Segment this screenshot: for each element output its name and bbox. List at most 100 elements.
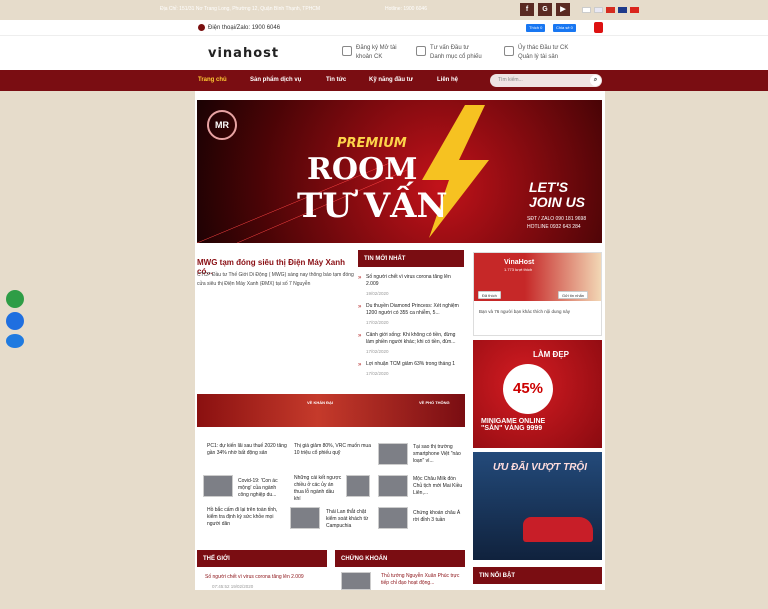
latest-date: 17/02/2020: [366, 349, 389, 354]
wallet-icon: [504, 46, 514, 56]
link-line: Tư vấn Đầu tư: [430, 45, 470, 51]
link-line: khoản CK: [356, 54, 383, 60]
contact-line: SĐT / ZALO 090 181 9698: [527, 216, 587, 222]
latest-date: 17/02/2020: [366, 320, 389, 325]
header-strip: Điện thoại/Zalo: 1900 6046 Thích 0 Chia …: [0, 20, 768, 36]
fb-like-count: 1.773 lượt thích: [504, 267, 533, 272]
nav-skills[interactable]: Kỹ năng đầu tư: [369, 77, 413, 83]
join-us-text: LET'S JOIN US: [529, 180, 585, 210]
advice-link[interactable]: Tư vấn Đầu tư Danh mục cổ phiếu: [416, 44, 482, 62]
bullet-icon: »: [358, 275, 362, 281]
news-grid-item[interactable]: PC1: dự kiến lãi sau thuế 2020 tăng gần …: [207, 443, 287, 457]
stripe-text-a: VỀ KHÁN ĐẠI: [307, 400, 334, 405]
ad-car-headline: ƯU ĐÃI VƯỢT TRỘI: [493, 462, 587, 473]
nav-contact[interactable]: Liên hệ: [437, 77, 458, 83]
stock-thumb-image[interactable]: [341, 572, 371, 590]
search-placeholder: Tìm kiếm...: [498, 77, 523, 83]
latest-date: 17/02/2020: [366, 371, 389, 376]
open-account-link[interactable]: Đăng ký Mở tài khoản CK: [342, 44, 397, 62]
latest-title: Số người chết vì virus corona tăng lên 2…: [366, 274, 451, 287]
premium-text: PREMIUM: [337, 136, 407, 151]
google-plus-icon[interactable]: G: [538, 3, 552, 16]
flag-korea-icon[interactable]: [594, 7, 603, 13]
car-image: [523, 517, 593, 542]
latest-title: Du thuyền Diamond Princess: Xét nghiệm 1…: [366, 303, 459, 316]
link-line: Danh mục cổ phiếu: [430, 54, 482, 60]
stock-heading: CHỨNG KHOÁN: [335, 550, 465, 567]
facebook-icon[interactable]: f: [520, 3, 534, 16]
news-thumb-image[interactable]: [378, 507, 408, 529]
hotline-text: Hotline: 1900 6046: [385, 6, 427, 12]
promo-ad-car[interactable]: ƯU ĐÃI VƯỢT TRỘI: [473, 452, 602, 560]
news-grid-item[interactable]: Thị giá giảm 80%, VRC muốn mua 10 triệu …: [294, 443, 372, 457]
site-logo[interactable]: vinahost: [208, 46, 279, 61]
join-line: LET'S: [529, 179, 569, 195]
latest-news-box: TIN MỚI NHẤT » Số người chết vì virus co…: [358, 250, 464, 390]
news-thumb-image[interactable]: [378, 475, 408, 497]
search-icon[interactable]: ⌕: [590, 75, 601, 86]
latest-item[interactable]: Cảnh giới sống: Khi không có tiền, đừng …: [366, 332, 462, 355]
room-text: ROOM: [307, 152, 418, 187]
promo-ad-beauty[interactable]: LÀM ĐẸP 45% MINIGAME ONLINE "SĂN" VÀNG 99…: [473, 340, 602, 448]
flag-vietnam-icon[interactable]: [630, 7, 639, 13]
page-footer-strip: [0, 590, 768, 609]
fb-liked-button[interactable]: Đã thích: [478, 291, 501, 299]
link-line: Ủy thác Đầu tư CK: [518, 45, 569, 51]
top-bar: Địa Chỉ: 151/31 Nơ Trang Long, Phường 12…: [0, 0, 768, 20]
news-grid-item[interactable]: Mộc Châu Milk đón Chủ tịch mới Mai Kiều …: [413, 476, 463, 497]
latest-title: Cảnh giới sống: Khi không có tiền, đừng …: [366, 332, 456, 345]
latest-item[interactable]: Số người chết vì virus corona tăng lên 2…: [366, 274, 462, 297]
flag-japan-icon[interactable]: [582, 7, 591, 13]
phone-icon: [198, 24, 205, 31]
news-grid-item[interactable]: Covid-19: 'Con ác mộng' của ngành công n…: [238, 478, 284, 499]
nav-news[interactable]: Tin tức: [326, 77, 346, 83]
fb-page-name[interactable]: VinaHost: [504, 259, 534, 266]
news-grid-item[interactable]: Tại sao thị trường smartphone Việt "nào …: [413, 444, 463, 465]
join-line: JOIN US: [529, 194, 586, 210]
fb-like-button[interactable]: Thích 0: [526, 24, 546, 32]
news-thumb-image[interactable]: [346, 475, 370, 497]
facebook-page-widget[interactable]: VinaHost 1.773 lượt thích Đã thích Gửi t…: [473, 252, 602, 336]
news-thumb-image[interactable]: [378, 443, 408, 465]
messenger-icon[interactable]: [6, 312, 24, 330]
fb-send-button[interactable]: Gửi tin nhắn: [558, 291, 589, 299]
hero-banner[interactable]: MR PREMIUM ROOM TƯ VẤN LET'S JOIN US SĐT …: [197, 100, 602, 243]
tuvan-text: TƯ VẤN: [297, 186, 448, 226]
phone-call-icon[interactable]: [6, 290, 24, 308]
news-grid-item[interactable]: Chứng khoán châu Á rời đỉnh 3 tuần: [413, 510, 463, 524]
bullet-icon: »: [358, 333, 362, 339]
link-line: Quản lý tài sản: [518, 54, 559, 60]
bullet-icon: »: [358, 362, 362, 368]
address-text: Địa Chỉ: 151/31 Nơ Trang Long, Phường 12…: [160, 6, 321, 12]
latest-title: Lợi nhuận TCM giảm 63% trong tháng 1: [366, 361, 456, 367]
stripe-text-b: VỀ PHỐ THÔNG: [419, 400, 450, 405]
site-header: Điện thoại/Zalo: 1900 6046 Thích 0 Chia …: [0, 20, 768, 70]
fb-friends-text: Bạn và 76 người bạn khác thích nội dung …: [479, 309, 571, 314]
phone-info: Điện thoại/Zalo: 1900 6046: [198, 24, 280, 31]
banner-contact: SĐT / ZALO 090 181 9698 HOTLINE 0932 643 …: [527, 215, 586, 231]
ad-stripe[interactable]: VỀ KHÁN ĐẠI VỀ PHỐ THÔNG: [197, 394, 465, 427]
contact-line: HOTLINE 0932 643 284: [527, 224, 581, 230]
nav-services[interactable]: Sản phẩm dịch vụ: [250, 77, 301, 83]
news-thumb-image[interactable]: [290, 507, 320, 529]
send-icon: [342, 46, 352, 56]
world-item[interactable]: Số người chết vì virus corona tăng lên 2…: [205, 574, 325, 581]
news-grid-item[interactable]: Những cái kết ngược chiều ở các ủy án th…: [294, 475, 342, 503]
youtube-icon[interactable]: ▶: [556, 3, 570, 16]
youtube-icon[interactable]: [594, 22, 603, 33]
stock-item[interactable]: Thủ tướng Nguyễn Xuân Phúc trực tiếp chỉ…: [381, 573, 463, 587]
flag-uk-icon[interactable]: [618, 7, 627, 13]
latest-item[interactable]: Du thuyền Diamond Princess: Xét nghiệm 1…: [366, 303, 462, 326]
news-grid-item[interactable]: Thái Lan thắt chặt kiểm soát khách từ Ca…: [326, 509, 374, 530]
search-input[interactable]: Tìm kiếm... ⌕: [490, 74, 602, 87]
world-item-date: 07:45:52 19/02/2020: [212, 584, 254, 589]
news-thumb-image[interactable]: [203, 475, 233, 497]
latest-item[interactable]: Lợi nhuận TCM giảm 63% trong tháng 1 17/0…: [366, 361, 462, 377]
zalo-icon[interactable]: [6, 334, 24, 348]
flag-china-icon[interactable]: [606, 7, 615, 13]
fb-share-button[interactable]: Chia sẻ 0: [553, 24, 576, 32]
nav-home[interactable]: Trang chủ: [198, 77, 227, 83]
ad-minigame: MINIGAME ONLINE "SĂN" VÀNG 9999: [481, 418, 545, 432]
entrust-link[interactable]: Ủy thác Đầu tư CK Quản lý tài sản: [504, 44, 569, 62]
news-grid-item[interactable]: Hồ bắc cấm đi lại trên toàn tỉnh, kiểm t…: [207, 507, 285, 528]
